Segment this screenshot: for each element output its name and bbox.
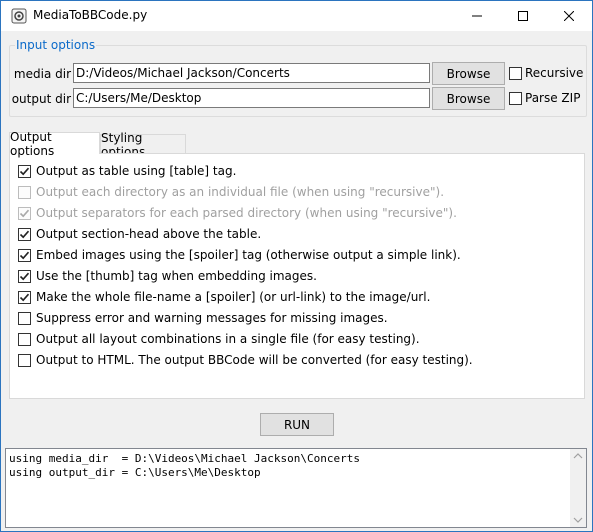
output-line: using output_dir = C:\Users\Me\Desktop bbox=[9, 466, 261, 479]
minimize-icon bbox=[472, 15, 482, 17]
maximize-button[interactable] bbox=[500, 1, 546, 31]
checkmark-icon bbox=[19, 209, 30, 218]
option-checkbox[interactable] bbox=[18, 228, 31, 241]
checkmark-icon bbox=[19, 167, 30, 176]
close-button[interactable] bbox=[546, 1, 592, 31]
option-checkbox[interactable] bbox=[18, 312, 31, 325]
output-options-panel: Output as table using [table] tag. Output… bbox=[9, 153, 585, 399]
option-label: Output to HTML. The output BBCode will b… bbox=[36, 353, 473, 367]
close-icon bbox=[564, 11, 574, 21]
parse-zip-checkbox[interactable] bbox=[509, 92, 522, 105]
python-app-icon bbox=[11, 8, 27, 24]
option-checkbox bbox=[18, 207, 31, 220]
option-label: Output separators for each parsed direct… bbox=[36, 206, 457, 220]
option-checkbox[interactable] bbox=[18, 249, 31, 262]
recursive-label: Recursive bbox=[525, 66, 584, 80]
option-label: Suppress error and warning messages for … bbox=[36, 311, 388, 325]
checkmark-icon bbox=[19, 293, 30, 302]
output-line: using media_dir = D:\Videos\Michael Jack… bbox=[9, 452, 360, 465]
title-bar: MediaToBBCode.py bbox=[1, 1, 592, 31]
option-label: Output all layout combinations in a sing… bbox=[36, 332, 420, 346]
output-dir-browse-button[interactable]: Browse bbox=[432, 87, 505, 110]
option-checkbox bbox=[18, 186, 31, 199]
media-dir-label: media dir bbox=[13, 67, 71, 81]
option-label: Output each directory as an individual f… bbox=[36, 185, 445, 199]
scrollbar-arrows-icon bbox=[573, 453, 583, 523]
output-dir-field[interactable]: C:/Users/Me/Desktop bbox=[73, 88, 430, 108]
checkmark-icon bbox=[19, 251, 30, 260]
option-label: Make the whole file-name a [spoiler] (or… bbox=[36, 290, 431, 304]
output-dir-label: output dir bbox=[11, 92, 71, 106]
run-button[interactable]: RUN bbox=[260, 413, 334, 436]
media-dir-field[interactable]: D:/Videos/Michael Jackson/Concerts bbox=[73, 63, 430, 83]
option-checkbox[interactable] bbox=[18, 354, 31, 367]
option-checkbox[interactable] bbox=[18, 270, 31, 283]
app-window: MediaToBBCode.py Input options media dir… bbox=[0, 0, 593, 532]
option-label: Embed images using the [spoiler] tag (ot… bbox=[36, 248, 461, 262]
output-scrollbar[interactable] bbox=[570, 449, 586, 527]
media-dir-browse-button[interactable]: Browse bbox=[432, 62, 505, 85]
option-checkbox[interactable] bbox=[18, 333, 31, 346]
minimize-button[interactable] bbox=[454, 1, 500, 31]
input-options-legend: Input options bbox=[15, 38, 97, 52]
option-label: Output as table using [table] tag. bbox=[36, 164, 237, 178]
option-checkbox[interactable] bbox=[18, 165, 31, 178]
tab-styling-options[interactable]: Styling options bbox=[100, 131, 186, 159]
option-label: Output section-head above the table. bbox=[36, 227, 262, 241]
option-checkbox[interactable] bbox=[18, 291, 31, 304]
maximize-icon bbox=[518, 11, 528, 21]
checkmark-icon bbox=[19, 272, 30, 281]
parse-zip-label: Parse ZIP bbox=[525, 91, 581, 105]
tab-output-options[interactable]: Output options bbox=[9, 130, 100, 158]
option-label: Use the [thumb] tag when embedding image… bbox=[36, 269, 317, 283]
window-title: MediaToBBCode.py bbox=[33, 8, 148, 22]
output-log[interactable]: using media_dir = D:\Videos\Michael Jack… bbox=[5, 448, 587, 528]
checkmark-icon bbox=[19, 230, 30, 239]
recursive-checkbox[interactable] bbox=[509, 67, 522, 80]
